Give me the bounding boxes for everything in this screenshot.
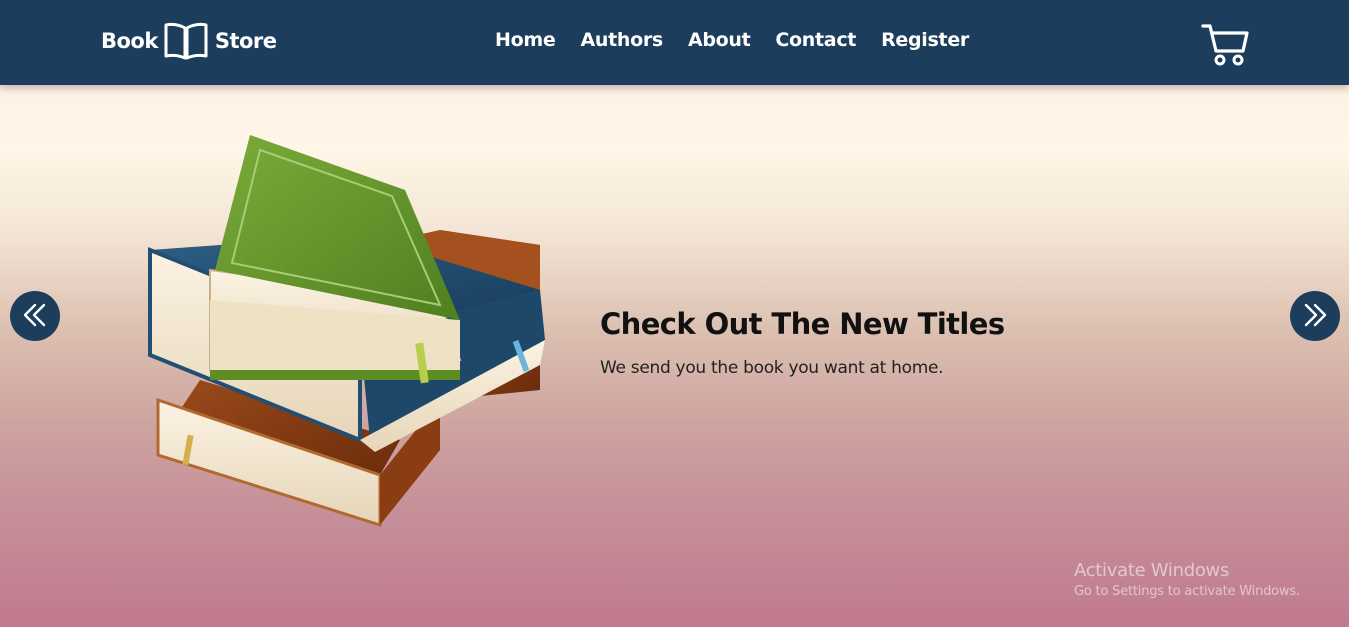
- brand-right-text: Store: [214, 29, 277, 53]
- double-chevron-left-icon: [22, 302, 48, 331]
- nav-link-register[interactable]: Register: [881, 29, 969, 51]
- nav-link-home[interactable]: Home: [495, 29, 556, 51]
- nav-link-about[interactable]: About: [688, 29, 751, 51]
- slider-next-button[interactable]: [1290, 291, 1340, 341]
- watermark-title: Activate Windows: [1074, 560, 1230, 581]
- open-book-icon: [161, 21, 211, 61]
- windows-activation-watermark: Activate Windows Go to Settings to activ…: [1074, 560, 1300, 599]
- nav-link-authors[interactable]: Authors: [580, 29, 663, 51]
- watermark-subtitle: Go to Settings to activate Windows.: [1074, 584, 1300, 599]
- hero-subtitle: We send you the book you want at home.: [600, 358, 944, 378]
- slider-prev-button[interactable]: [10, 291, 60, 341]
- main-nav: Home Authors About Contact Register: [495, 29, 969, 51]
- brand-logo[interactable]: Book Store: [101, 21, 277, 61]
- stack-of-books-illustration: [140, 130, 560, 530]
- double-chevron-right-icon: [1302, 302, 1328, 331]
- hero-title: Check Out The New Titles: [600, 307, 1005, 341]
- shopping-cart-icon[interactable]: [1200, 22, 1250, 68]
- nav-link-contact[interactable]: Contact: [775, 29, 856, 51]
- brand-left-text: Book: [101, 29, 158, 53]
- navbar: Book Store Home Authors About Contact Re…: [0, 0, 1349, 85]
